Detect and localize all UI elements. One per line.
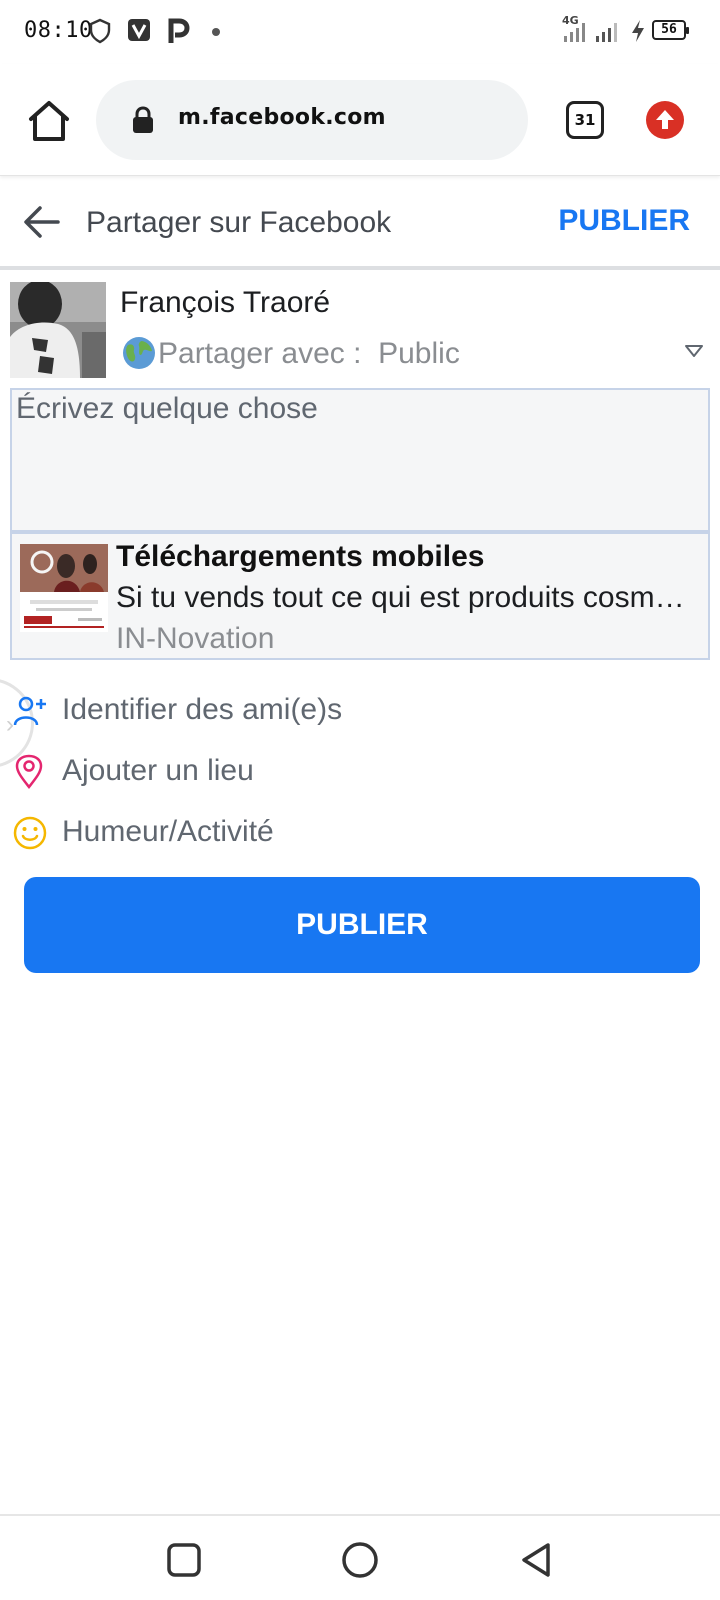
home-nav-icon[interactable] (340, 1540, 380, 1580)
notification-dot-icon (212, 28, 220, 36)
option-label: Identifier des ami(e)s (62, 693, 343, 726)
privacy-label: Partager avec : Public (158, 337, 460, 370)
post-text-input[interactable] (14, 390, 704, 528)
signal-icon (596, 23, 617, 42)
home-icon[interactable] (22, 94, 76, 148)
option-label: Ajouter un lieu (62, 754, 254, 787)
share-header: Partager sur Facebook PUBLIER (0, 176, 720, 270)
option-tag-friends[interactable]: Identifier des ami(e)s (0, 683, 720, 739)
status-time: 08:10 (24, 18, 93, 43)
option-add-location[interactable]: Ajouter un lieu (0, 744, 720, 800)
url-text: m.facebook.com (178, 105, 386, 130)
globe-icon (123, 337, 155, 369)
location-pin-icon (15, 754, 43, 790)
battery-icon: 56 (652, 20, 689, 40)
signal-icon (564, 23, 585, 42)
back-nav-icon[interactable] (516, 1540, 556, 1580)
upload-arrow-icon[interactable] (646, 101, 684, 139)
lock-icon (133, 106, 153, 133)
add-friend-icon (13, 696, 46, 726)
composer-box (10, 388, 710, 532)
preview-source: IN-Novation (116, 622, 275, 655)
page-title: Partager sur Facebook (86, 206, 392, 239)
preview-thumbnail (20, 544, 108, 632)
chevron-down-icon (685, 345, 703, 357)
publish-button[interactable]: PUBLIER (24, 877, 700, 973)
user-name: François Traoré (120, 286, 331, 319)
v-app-icon (128, 19, 150, 41)
browser-toolbar: m.facebook.com 31 (0, 64, 720, 176)
back-arrow-icon[interactable] (20, 200, 64, 244)
system-nav-bar (0, 1514, 720, 1600)
tab-switcher-button[interactable]: 31 (566, 101, 604, 139)
address-bar[interactable]: m.facebook.com (96, 80, 528, 160)
privacy-selector[interactable]: Partager avec : Public (120, 334, 710, 374)
smiley-icon (13, 816, 47, 850)
option-feeling-activity[interactable]: Humeur/Activité (0, 805, 720, 861)
shield-icon (89, 18, 111, 44)
avatar[interactable] (10, 282, 106, 378)
option-label: Humeur/Activité (62, 815, 274, 848)
preview-description: Si tu vends tout ce qui est produits cos… (116, 581, 700, 614)
status-bar: 08:10 4G 56 (0, 0, 720, 64)
preview-title: Téléchargements mobiles (116, 540, 485, 573)
recents-icon[interactable] (164, 1540, 204, 1580)
p-app-icon (168, 18, 190, 43)
publish-header-button[interactable]: PUBLIER (558, 204, 690, 238)
charging-icon (632, 20, 644, 42)
link-preview[interactable]: Téléchargements mobiles Si tu vends tout… (10, 532, 710, 660)
